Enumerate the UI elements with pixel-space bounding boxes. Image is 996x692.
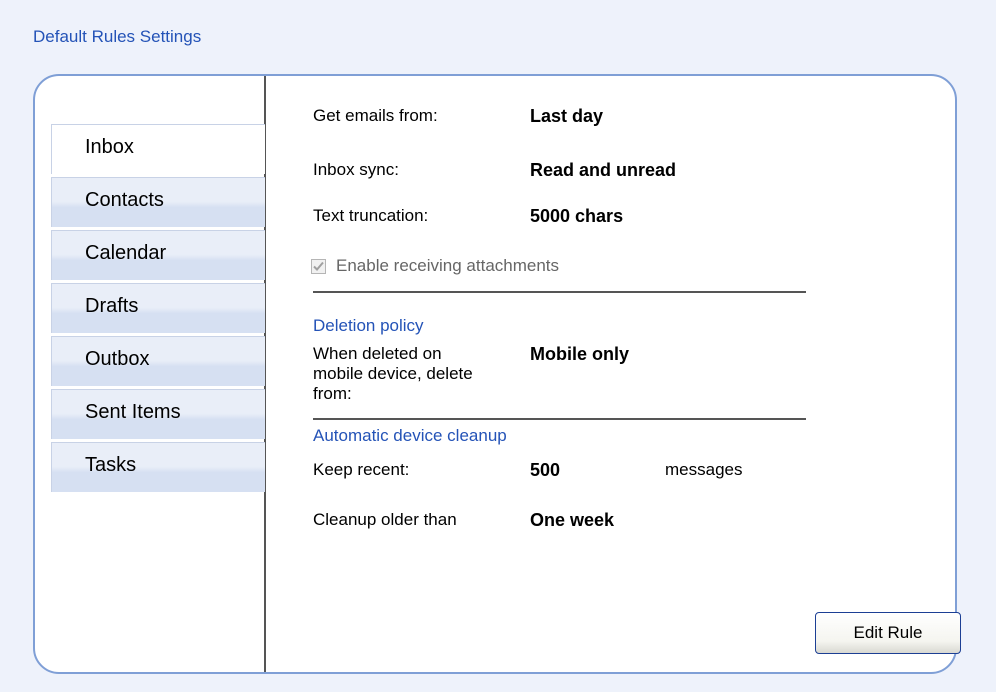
tab-sent-items[interactable]: Sent Items — [51, 389, 265, 439]
attachments-label: Enable receiving attachments — [336, 256, 560, 275]
keep-recent-label: Keep recent: — [313, 460, 410, 479]
tab-inbox[interactable]: Inbox — [51, 124, 265, 174]
tab-tasks[interactable]: Tasks — [51, 442, 265, 492]
deletion-policy-title: Deletion policy — [313, 316, 424, 335]
deletion-policy-value: Mobile only — [530, 344, 629, 364]
rules-panel: Inbox Contacts Calendar Drafts Outbox Se… — [33, 74, 961, 674]
tab-contacts[interactable]: Contacts — [51, 177, 265, 227]
check-icon — [313, 261, 324, 271]
deletion-policy-label-line1: When deleted on — [313, 344, 442, 363]
keep-recent-unit: messages — [665, 460, 743, 479]
divider — [313, 418, 806, 420]
divider — [313, 291, 806, 293]
cleanup-older-value: One week — [530, 510, 615, 530]
tab-calendar[interactable]: Calendar — [51, 230, 265, 280]
tab-outbox[interactable]: Outbox — [51, 336, 265, 386]
attachments-option[interactable]: Enable receiving attachments — [311, 256, 559, 276]
tab-list: Inbox Contacts Calendar Drafts Outbox Se… — [51, 124, 265, 495]
get-emails-label: Get emails from: — [313, 106, 438, 125]
cleanup-title: Automatic device cleanup — [313, 426, 507, 445]
deletion-policy-label-line3: from: — [313, 384, 352, 403]
keep-recent-value: 500 — [530, 460, 561, 480]
inbox-sync-value: Read and unread — [530, 160, 677, 180]
edit-rule-button[interactable]: Edit Rule — [815, 612, 961, 654]
text-truncation-label: Text truncation: — [313, 206, 429, 225]
tab-drafts[interactable]: Drafts — [51, 283, 265, 333]
get-emails-value: Last day — [530, 106, 604, 126]
attachments-checkbox[interactable] — [311, 258, 326, 274]
deletion-policy-label-line2: mobile device, delete — [313, 364, 473, 383]
deletion-policy-label: When deleted on mobile device, delete fr… — [313, 344, 473, 404]
page-title: Default Rules Settings — [33, 27, 202, 46]
cleanup-older-label: Cleanup older than — [313, 510, 457, 529]
inbox-sync-label: Inbox sync: — [313, 160, 399, 179]
text-truncation-value: 5000 chars — [530, 206, 624, 226]
